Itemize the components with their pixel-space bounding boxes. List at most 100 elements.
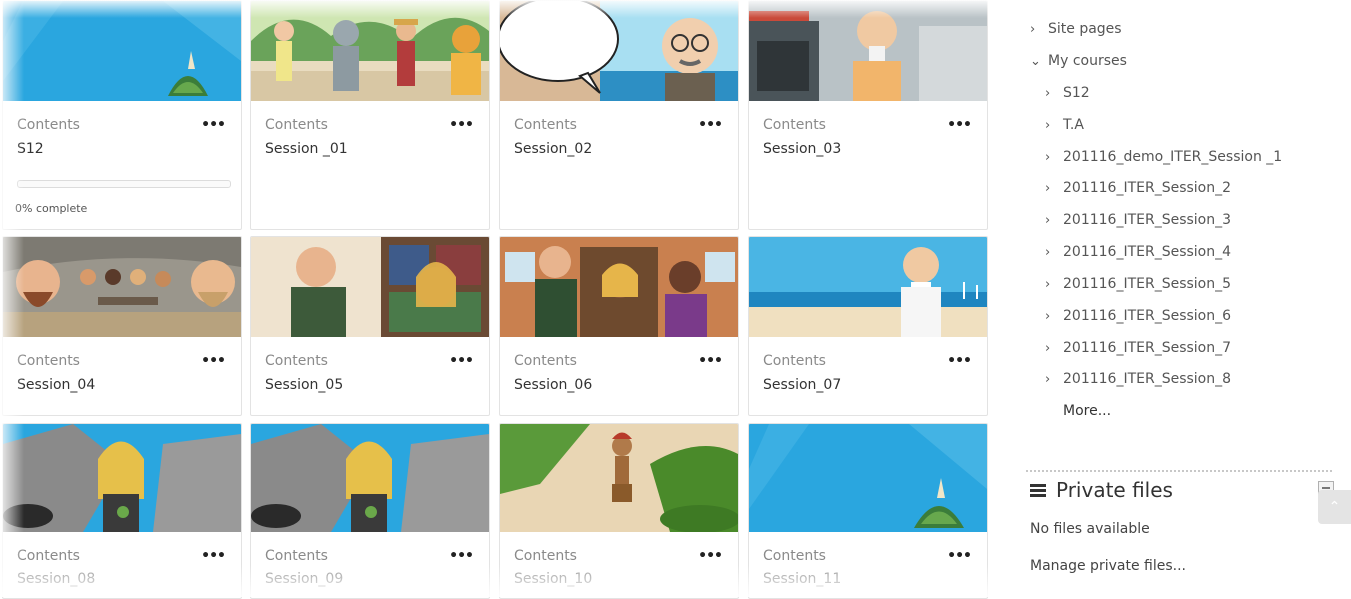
nav-item-my-courses[interactable]: ⌄ My courses [1030,53,1127,69]
course-menu-button[interactable]: ••• [698,548,723,564]
block-divider [1026,470,1332,472]
course-title[interactable]: Session_07 [763,377,841,393]
chevron-right-icon: › [1045,212,1051,228]
course-category: Contents [17,117,80,133]
course-menu-button[interactable]: ••• [449,548,474,564]
chevron-right-icon: › [1030,21,1036,37]
navigation-sidebar: › Site pages ⌄ My courses › S12 › T.A › … [1000,0,1351,597]
course-card[interactable]: Contents ••• Session_07 [748,236,988,416]
chevron-up-icon: ⌃ [1328,499,1341,515]
nav-course-item[interactable]: › 201116_ITER_Session_6 [1045,308,1231,324]
nav-course-item[interactable]: › 201116_ITER_Session_4 [1045,244,1231,260]
course-thumbnail[interactable] [500,237,738,337]
course-category: Contents [763,117,826,133]
course-menu-button[interactable]: ••• [201,117,226,133]
nav-item-label: T.A [1063,117,1084,133]
scroll-to-top-button[interactable]: ⌃ [1318,490,1351,524]
nav-item-label: 201116_ITER_Session_5 [1063,276,1232,292]
nav-course-item[interactable]: › 201116_ITER_Session_2 [1045,180,1231,196]
course-card[interactable]: Contents ••• S12 0% complete [2,0,242,230]
nav-course-item[interactable]: › 201116_demo_ITER_Session _1 [1045,149,1282,165]
nav-item-label: 201116_ITER_Session_4 [1063,244,1232,260]
course-menu-button[interactable]: ••• [947,548,972,564]
course-menu-button[interactable]: ••• [449,353,474,369]
course-title[interactable]: Session_06 [514,377,592,393]
course-thumbnail[interactable] [749,1,987,101]
course-card[interactable]: Contents ••• Session_03 [748,0,988,230]
course-card[interactable]: Contents ••• Session_04 [2,236,242,416]
course-menu-button[interactable]: ••• [947,353,972,369]
private-files-empty-text: No files available [1030,521,1150,537]
course-category: Contents [514,353,577,369]
nav-course-item[interactable]: › S12 [1045,85,1090,101]
course-title[interactable]: Session_11 [763,571,841,587]
course-card[interactable]: Contents ••• Session_06 [499,236,739,416]
course-menu-button[interactable]: ••• [698,117,723,133]
course-card[interactable]: Contents ••• Session_05 [250,236,490,416]
chevron-right-icon: › [1045,117,1051,133]
nav-item-label: 201116_ITER_Session_7 [1063,340,1232,356]
course-card[interactable]: Contents ••• Session_08 [2,423,242,599]
course-menu-button[interactable]: ••• [947,117,972,133]
private-files-title: Private files [1056,478,1173,502]
course-thumbnail[interactable] [3,424,241,532]
course-category: Contents [17,353,80,369]
private-files-header: Private files [1030,478,1330,502]
nav-item-site-pages[interactable]: › Site pages [1030,21,1122,37]
course-title[interactable]: S12 [17,141,44,157]
course-menu-button[interactable]: ••• [201,353,226,369]
course-title[interactable]: Session_04 [17,377,95,393]
course-category: Contents [514,117,577,133]
course-thumbnail[interactable] [749,424,987,532]
course-title[interactable]: Session _01 [265,141,348,157]
course-thumbnail[interactable] [251,424,489,532]
nav-course-item[interactable]: › 201116_ITER_Session_7 [1045,340,1231,356]
chevron-right-icon: › [1045,149,1051,165]
course-menu-button[interactable]: ••• [201,548,226,564]
course-category: Contents [265,548,328,564]
course-category: Contents [265,117,328,133]
course-title[interactable]: Session_10 [514,571,592,587]
course-title[interactable]: Session_02 [514,141,592,157]
nav-item-label: My courses [1048,53,1127,69]
course-card[interactable]: Contents ••• Session_09 [250,423,490,599]
course-card[interactable]: Contents ••• Session _01 [250,0,490,230]
course-thumbnail[interactable] [500,424,738,532]
chevron-right-icon: › [1045,180,1051,196]
nav-more-link[interactable]: More... [1063,403,1111,419]
course-menu-button[interactable]: ••• [449,117,474,133]
nav-item-label: S12 [1063,85,1090,101]
course-card[interactable]: Contents ••• Session_10 [499,423,739,599]
nav-item-label: Site pages [1048,21,1122,37]
course-category: Contents [763,548,826,564]
course-thumbnail[interactable] [251,1,489,101]
course-thumbnail[interactable] [500,1,738,101]
course-thumbnail[interactable] [3,1,241,101]
chevron-down-icon: ⌄ [1030,53,1041,69]
course-thumbnail[interactable] [251,237,489,337]
edge-fade [1000,0,1351,14]
manage-private-files-link[interactable]: Manage private files... [1030,558,1186,574]
course-cards-grid: Contents ••• S12 0% complete Contents ••… [0,0,1000,599]
course-thumbnail[interactable] [749,237,987,337]
course-category: Contents [763,353,826,369]
nav-course-item[interactable]: › 201116_ITER_Session_3 [1045,212,1231,228]
course-card[interactable]: Contents ••• Session_02 [499,0,739,230]
course-title[interactable]: Session_09 [265,571,343,587]
nav-item-label: 201116_ITER_Session_8 [1063,371,1232,387]
course-title[interactable]: Session_08 [17,571,95,587]
nav-course-item[interactable]: › 201116_ITER_Session_8 [1045,371,1231,387]
nav-item-label: 201116_demo_ITER_Session _1 [1063,149,1283,165]
chevron-right-icon: › [1045,244,1051,260]
course-category: Contents [265,353,328,369]
course-menu-button[interactable]: ••• [698,353,723,369]
course-title[interactable]: Session_05 [265,377,343,393]
nav-course-item[interactable]: › T.A [1045,117,1084,133]
nav-course-item[interactable]: › 201116_ITER_Session_5 [1045,276,1231,292]
chevron-right-icon: › [1045,371,1051,387]
course-progress-bar [17,180,231,188]
course-title[interactable]: Session_03 [763,141,841,157]
chevron-right-icon: › [1045,276,1051,292]
course-thumbnail[interactable] [3,237,241,337]
course-card[interactable]: Contents ••• Session_11 [748,423,988,599]
